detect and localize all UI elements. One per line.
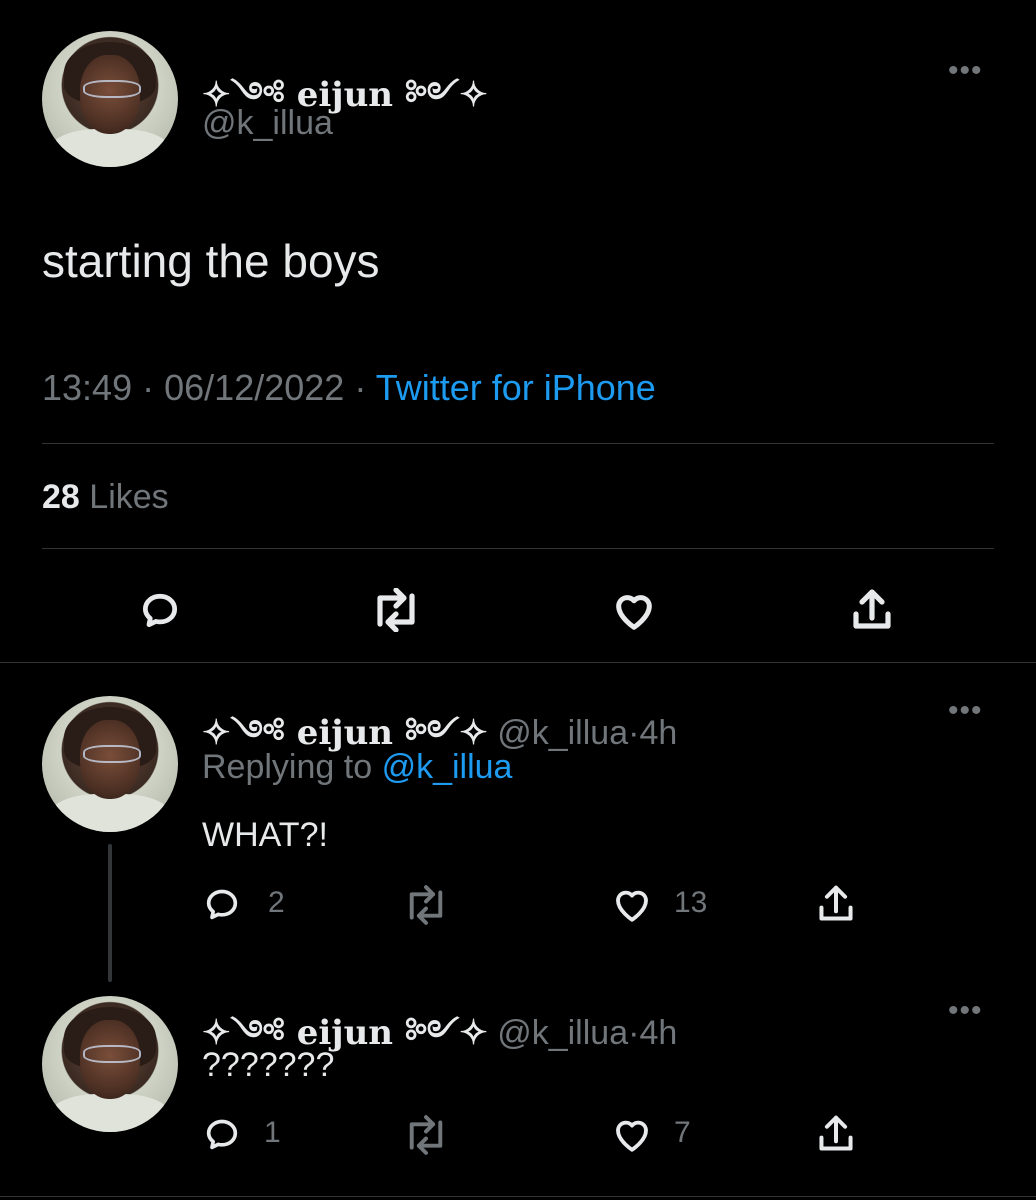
retweet-icon[interactable]: [364, 584, 428, 636]
retweet-icon[interactable]: [398, 1112, 454, 1158]
more-icon[interactable]: •••: [948, 694, 983, 728]
share-icon[interactable]: [812, 1108, 860, 1160]
divider: [0, 1196, 1036, 1197]
tweet-time: 13:49: [42, 367, 133, 408]
likes-count: 28: [42, 478, 80, 516]
replying-prefix: Replying to: [202, 748, 373, 786]
replying-to: Replying to @k_illua: [202, 748, 512, 787]
thread-line: [108, 844, 112, 982]
meta-separator: ·: [142, 367, 155, 408]
heart-icon[interactable]: [608, 584, 660, 636]
tweet-meta: 13:49 · 06/12/2022 · Twitter for iPhone: [42, 367, 656, 409]
more-icon[interactable]: •••: [948, 994, 983, 1028]
display-name[interactable]: ✧༺ eijun ༻✧: [202, 713, 488, 753]
replying-handle-link[interactable]: @k_illua: [382, 748, 513, 786]
reply-icon[interactable]: [198, 1110, 246, 1158]
reply-age: 4h: [639, 1014, 678, 1052]
avatar[interactable]: [42, 996, 178, 1132]
share-icon[interactable]: [812, 878, 860, 930]
tweet-source-link[interactable]: Twitter for iPhone: [376, 367, 656, 408]
avatar[interactable]: [42, 31, 178, 167]
like-count: 13: [674, 886, 708, 919]
reply-icon[interactable]: [134, 584, 186, 636]
reply-count: 2: [268, 886, 285, 919]
likes-label: Likes: [89, 478, 169, 516]
divider: [42, 443, 994, 444]
dot-separator: ·: [628, 1014, 640, 1052]
heart-icon[interactable]: [608, 1110, 656, 1158]
divider: [42, 548, 994, 549]
divider: [0, 662, 1036, 663]
likes-summary[interactable]: 28 Likes: [42, 478, 169, 517]
share-icon[interactable]: [846, 582, 898, 638]
meta-separator: ·: [354, 367, 367, 408]
reply-text: ???????: [202, 1046, 335, 1084]
more-icon[interactable]: •••: [948, 54, 983, 88]
tweet-date: 06/12/2022: [164, 367, 345, 408]
dot-separator: ·: [628, 714, 640, 752]
handle[interactable]: @k_illua: [202, 104, 333, 143]
handle[interactable]: @k_illua: [497, 1014, 628, 1052]
reply-count: 1: [264, 1116, 281, 1149]
avatar[interactable]: [42, 696, 178, 832]
tweet-text: starting the boys: [42, 235, 380, 287]
heart-icon[interactable]: [608, 880, 656, 928]
like-count: 7: [674, 1116, 691, 1149]
reply-icon[interactable]: [198, 880, 246, 928]
reply-text: WHAT?!: [202, 816, 328, 854]
reply-age: 4h: [639, 714, 678, 752]
retweet-icon[interactable]: [398, 882, 454, 928]
handle[interactable]: @k_illua: [497, 714, 628, 752]
